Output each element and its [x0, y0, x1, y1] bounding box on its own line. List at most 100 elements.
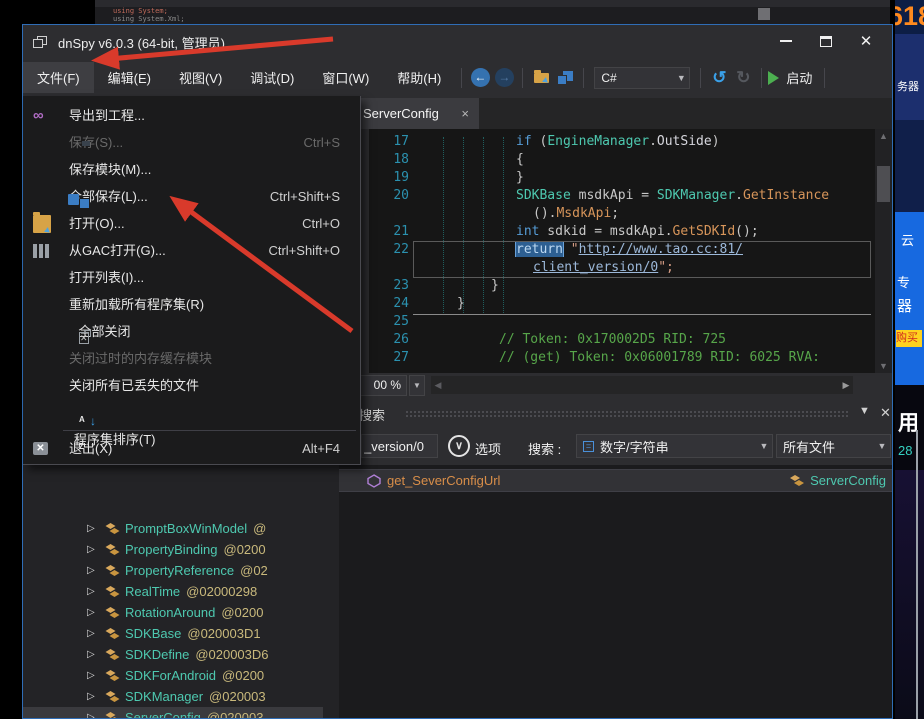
expander-icon[interactable]: ▷	[87, 649, 103, 660]
menu-item-11[interactable]: 关闭所有已丢失的文件	[23, 372, 360, 399]
tab-close-icon[interactable]: ×	[461, 106, 469, 121]
menu-item-5[interactable]: Ctrl+O打开(O)...	[23, 210, 360, 237]
expander-icon[interactable]: ▷	[87, 628, 103, 639]
tree-item-sdkforandroid[interactable]: ▷SDKForAndroid@0200	[23, 665, 323, 686]
menubar-item-3[interactable]: 视图(V)	[165, 62, 236, 93]
code-token: }	[491, 278, 499, 293]
menu-shortcut: Ctrl+Shift+S	[270, 183, 340, 210]
expander-icon[interactable]: ▷	[87, 523, 103, 534]
panel-drag-texture	[405, 410, 849, 418]
menu-item-6[interactable]: Ctrl+Shift+O从GAC打开(G)...	[23, 237, 360, 264]
tree-item-realtime[interactable]: ▷RealTime@02000298	[23, 581, 323, 602]
class-icon	[103, 690, 121, 703]
panel-collapse-icon[interactable]: ▼	[859, 405, 870, 417]
browser-scrollbar[interactable]	[916, 430, 918, 719]
menu-item-4[interactable]: Ctrl+Shift+S全部保存(L)...	[23, 183, 360, 210]
code-line[interactable]: ().MsdkApi;	[369, 206, 875, 224]
code-token: (	[532, 134, 548, 149]
chevron-down-icon[interactable]: ▼	[673, 73, 689, 83]
code-line[interactable]: 20SDKBase msdkApi = SDKManager.GetInstan…	[369, 188, 875, 206]
maximize-button[interactable]	[806, 27, 846, 55]
tree-item-sdkbase[interactable]: ▷SDKBase@020003D1	[23, 623, 323, 644]
menu-shortcut: Ctrl+Shift+O	[268, 237, 340, 264]
editor-vertical-scrollbar[interactable]: ▲ ▼	[875, 129, 892, 373]
minimize-button[interactable]	[766, 27, 806, 55]
code-line[interactable]: 24}	[369, 296, 875, 314]
tree-item-serverconfig[interactable]: ▷ServerConfig@020003	[23, 707, 323, 718]
code-line[interactable]: 17if (EngineManager.OutSide)	[369, 134, 875, 152]
navigate-back-button[interactable]: ←	[468, 67, 492, 89]
close-button[interactable]: ✕	[846, 27, 886, 55]
code-line[interactable]: 22return "http://www.tao.cc:81/	[369, 242, 875, 260]
editor-horizontal-scrollbar[interactable]: ◀ ▶	[431, 376, 853, 394]
menu-item-8[interactable]: 重新加载所有程序集(R)	[23, 291, 360, 318]
search-input[interactable]	[361, 434, 438, 458]
code-line[interactable]: 27// (get) Token: 0x06001789 RID: 6025 R…	[369, 350, 875, 368]
search-type-combobox[interactable]: = 数字/字符串 ▼	[576, 434, 773, 458]
expander-icon[interactable]: ▷	[87, 712, 103, 718]
titlebar[interactable]: dnSpy v6.0.3 (64-bit, 管理员) ✕	[23, 25, 892, 59]
code-token: int	[516, 224, 539, 239]
scroll-down-icon[interactable]: ▼	[875, 361, 892, 371]
code-line[interactable]: 19}	[369, 170, 875, 188]
tab-serverconfig[interactable]: ServerConfig ×	[353, 98, 479, 129]
tree-item-rotationaround[interactable]: ▷RotationAround@0200	[23, 602, 323, 623]
options-label[interactable]: 选项	[475, 439, 501, 458]
undo-button[interactable]: ↺	[707, 67, 731, 89]
expander-icon[interactable]: ▷	[87, 565, 103, 576]
tree-item-sdkdefine[interactable]: ▷SDKDefine@020003D6	[23, 644, 323, 665]
start-debug-button[interactable]: 启动	[768, 68, 818, 87]
tree-item-promptboxwinmodel[interactable]: ▷PromptBoxWinModel@	[23, 518, 323, 539]
code-line[interactable]: 21int sdkid = msdkApi.GetSDKId();	[369, 224, 875, 242]
language-combobox[interactable]: C# ▼	[594, 67, 690, 89]
menubar-item-6[interactable]: 帮助(H)	[383, 62, 455, 93]
menu-item-label: 关闭过时的内存缓存模块	[69, 351, 212, 366]
promo-dark-segment	[895, 120, 924, 212]
redo-button[interactable]: ↻	[731, 67, 755, 89]
chevron-down-icon[interactable]: ▼	[756, 441, 772, 451]
search-panel-header[interactable]: 搜索 ▼ ✕	[339, 399, 892, 427]
tree-item-propertyreference[interactable]: ▷PropertyReference@02	[23, 560, 323, 581]
menubar-item-1[interactable]: 文件(F)	[23, 62, 94, 93]
code-token: http://www.tao.cc:81/	[579, 242, 743, 257]
code-token: SDKManager	[657, 188, 735, 203]
options-chevron-icon[interactable]: ∨	[448, 435, 470, 457]
scroll-up-icon[interactable]: ▲	[875, 131, 892, 141]
menu-item-7[interactable]: 打开列表(I)...	[23, 264, 360, 291]
menu-item-9[interactable]: ✕全部关闭	[23, 318, 360, 345]
scroll-left-icon[interactable]: ◀	[431, 376, 445, 394]
search-result-row[interactable]: get_SeverConfigUrl ServerConfig	[339, 469, 892, 492]
menu-item-12[interactable]: AZ↓程序集排序(T)	[23, 399, 360, 426]
menubar-item-2[interactable]: 编辑(E)	[94, 62, 165, 93]
menu-item-3[interactable]: 保存模块(M)...	[23, 156, 360, 183]
code-line[interactable]: 25	[369, 314, 875, 332]
open-file-button[interactable]	[529, 67, 553, 89]
zoom-dropdown-icon[interactable]: ▼	[409, 375, 425, 396]
folder-icon	[33, 215, 51, 233]
code-line[interactable]: 23}	[369, 278, 875, 296]
code-line[interactable]: 18{	[369, 152, 875, 170]
scrollbar-thumb[interactable]	[877, 166, 890, 202]
code-line[interactable]: 26// Token: 0x170002D5 RID: 725	[369, 332, 875, 350]
expander-icon[interactable]: ▷	[87, 670, 103, 681]
search-scope-value: 所有文件	[777, 437, 874, 456]
menu-item-1[interactable]: ∞导出到工程...	[23, 102, 360, 129]
menu-item-13[interactable]: ✕Alt+F4退出(X)	[23, 435, 360, 462]
tree-item-propertybinding[interactable]: ▷PropertyBinding@0200	[23, 539, 323, 560]
tree-item-sdkmanager[interactable]: ▷SDKManager@020003	[23, 686, 323, 707]
scroll-right-icon[interactable]: ▶	[839, 376, 853, 394]
expander-icon[interactable]: ▷	[87, 586, 103, 597]
search-scope-combobox[interactable]: 所有文件 ▼	[776, 434, 891, 458]
code-editor[interactable]: 17if (EngineManager.OutSide)18{19}20SDKB…	[369, 129, 875, 373]
navigate-forward-button[interactable]: →	[492, 67, 516, 89]
expander-icon[interactable]: ▷	[87, 691, 103, 702]
chevron-down-icon[interactable]: ▼	[874, 441, 890, 451]
expander-icon[interactable]: ▷	[87, 607, 103, 618]
menubar-item-5[interactable]: 窗口(W)	[308, 62, 383, 93]
code-line[interactable]: client_version/0";	[369, 260, 875, 278]
save-all-button[interactable]	[553, 67, 577, 89]
menubar-item-4[interactable]: 调试(D)	[236, 62, 308, 93]
expander-icon[interactable]: ▷	[87, 544, 103, 555]
buy-button[interactable]: 购买	[896, 330, 922, 347]
panel-close-icon[interactable]: ✕	[880, 405, 891, 421]
